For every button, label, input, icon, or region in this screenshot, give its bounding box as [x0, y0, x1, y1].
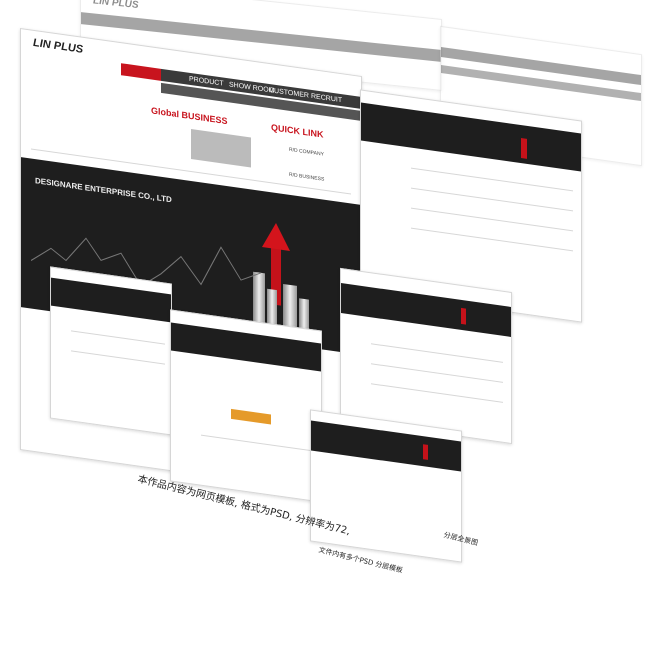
- bottom-sheet-1: [50, 266, 172, 436]
- bottom-sheet-3: [310, 409, 462, 563]
- quick-item-1[interactable]: R/D COMPANY: [289, 147, 324, 158]
- section-global-business: Global BUSINESS: [151, 105, 228, 127]
- logo: LIN PLUS: [93, 0, 139, 12]
- main-logo: LIN PLUS: [33, 36, 84, 56]
- section-quick-link: QUICK LINK: [271, 122, 324, 140]
- bottom-sheet-2: [170, 309, 322, 503]
- red-arrow-icon: [262, 221, 290, 251]
- mockup-stage: LIN PLUS LIN PLUS PRODUCT SHOW ROOM CUST…: [0, 0, 655, 658]
- quick-item-2[interactable]: R/D BUSINESS: [289, 172, 324, 183]
